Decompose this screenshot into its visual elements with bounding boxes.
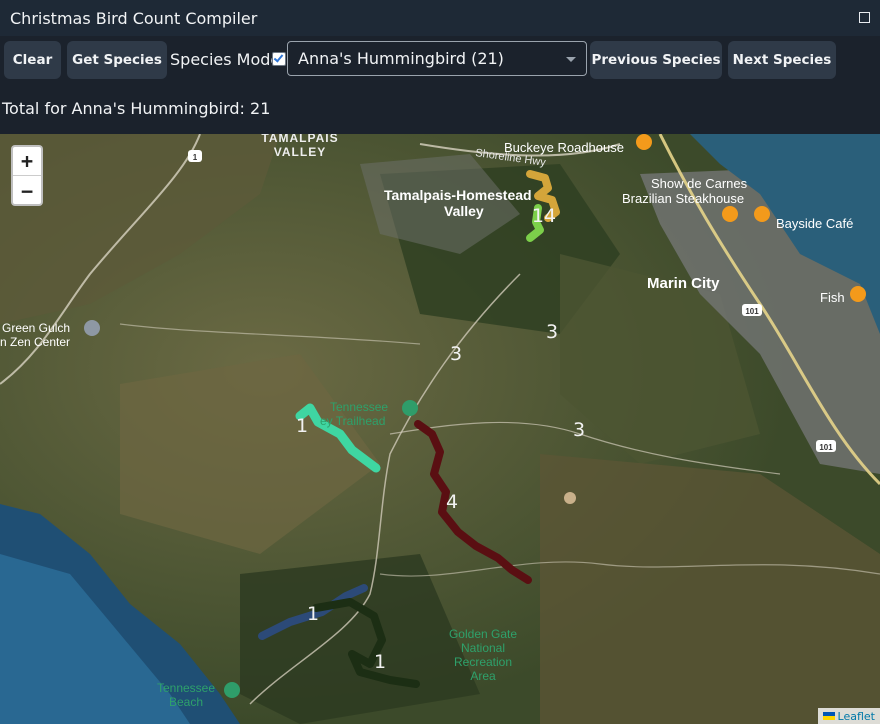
previous-species-button[interactable]: Previous Species	[590, 41, 722, 79]
place-pin-icon[interactable]	[564, 492, 576, 504]
attribution-link[interactable]: Leaflet	[838, 710, 875, 723]
get-species-button[interactable]: Get Species	[67, 41, 167, 79]
window-title: Christmas Bird Count Compiler	[10, 8, 258, 28]
map-canvas[interactable]: TAMALPAIS VALLEY Shoreline Hwy Buckeye Ro…	[0, 134, 880, 724]
count-label: 14	[532, 205, 556, 227]
label-marin-city: Marin City	[647, 275, 720, 292]
toolbar: Clear Get Species Species Mode Anna's Hu…	[0, 36, 880, 134]
zoom-out-button[interactable]: −	[13, 176, 41, 204]
species-select-value: Anna's Hummingbird (21)	[298, 49, 504, 68]
label-buckeye: Buckeye Roadhouse	[504, 140, 624, 155]
label-hwy101: 101	[745, 307, 759, 316]
count-label: 1	[296, 415, 308, 437]
zoom-in-button[interactable]: +	[13, 147, 41, 176]
label-green-gulch: Green Gulch n Zen Center	[0, 321, 70, 349]
label-fish: Fish	[820, 290, 845, 305]
species-select[interactable]: Anna's Hummingbird (21)	[287, 41, 587, 76]
map-view[interactable]: TAMALPAIS VALLEY Shoreline Hwy Buckeye Ro…	[0, 134, 880, 724]
map-attribution[interactable]: Leaflet	[817, 708, 880, 724]
chevron-down-icon	[566, 57, 576, 62]
place-pin-icon[interactable]	[84, 320, 100, 336]
species-total-text: Total for Anna's Hummingbird: 21	[2, 99, 271, 118]
next-species-button[interactable]: Next Species	[728, 41, 836, 79]
restaurant-pin-icon[interactable]	[850, 286, 866, 302]
label-bayside: Bayside Café	[776, 216, 853, 231]
label-hwy1: 1	[193, 153, 198, 162]
restaurant-pin-icon[interactable]	[754, 206, 770, 222]
checkmark-icon	[273, 52, 284, 63]
zoom-control: + −	[11, 145, 43, 206]
restaurant-pin-icon[interactable]	[636, 134, 652, 150]
clear-button[interactable]: Clear	[4, 41, 61, 79]
ukraine-flag-icon	[822, 712, 835, 720]
species-mode-label: Species Mode	[170, 50, 281, 69]
trailhead-pin-icon[interactable]	[224, 682, 240, 698]
trailhead-pin-icon[interactable]	[402, 400, 418, 416]
count-label: 3	[546, 321, 558, 343]
label-trailhead: Tennessee ey Trailhead	[320, 400, 388, 428]
count-label: 4	[446, 491, 458, 513]
species-mode-checkbox[interactable]	[272, 52, 286, 66]
count-label: 1	[374, 651, 386, 673]
restaurant-pin-icon[interactable]	[722, 206, 738, 222]
label-hwy101: 101	[819, 443, 833, 452]
title-bar: Christmas Bird Count Compiler	[0, 0, 880, 36]
count-label: 3	[450, 343, 462, 365]
maximize-icon[interactable]	[859, 12, 870, 23]
count-label: 3	[573, 419, 585, 441]
count-label: 1	[307, 603, 319, 625]
